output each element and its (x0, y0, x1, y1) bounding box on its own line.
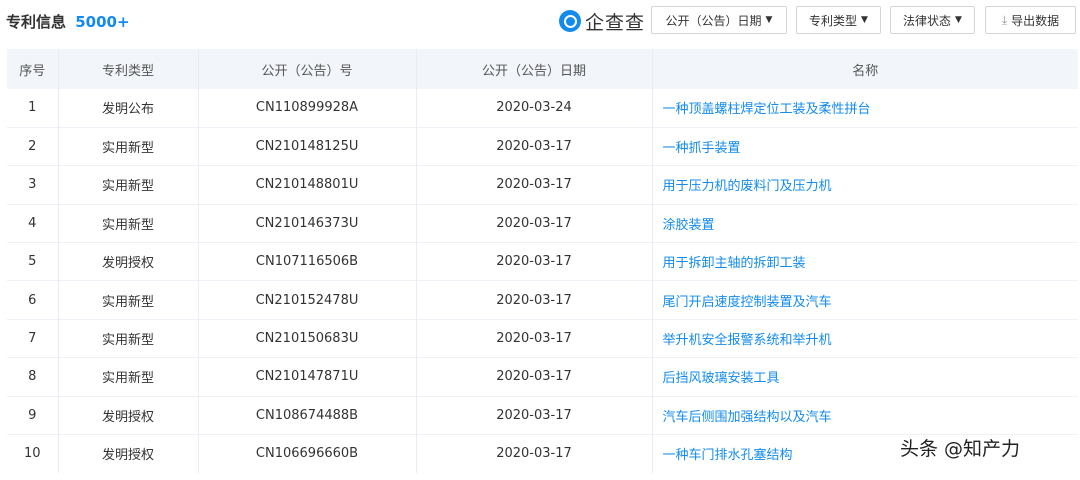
cell-patent-type: 实用新型 (58, 357, 199, 397)
cell-patent-type: 实用新型 (58, 204, 199, 243)
table-row: 8 实用新型 CN210147871U 2020-03-17 后挡风玻璃安装工具 (7, 357, 1078, 397)
table-row: 9 发明授权 CN108674488B 2020-03-17 汽车后侧围加强结构… (7, 396, 1078, 435)
section-title: 专利信息 5000+ (6, 11, 130, 32)
cell-publication-number: CN210148125U (198, 127, 417, 166)
filter-publish-date-label: 公开（公告）日期 (665, 13, 762, 28)
filter-patent-type-button[interactable]: 专利类型 ▼ (796, 6, 881, 34)
export-data-label: 导出数据 (1011, 13, 1060, 28)
cell-patent-type: 实用新型 (58, 319, 199, 358)
patent-name-link[interactable]: 后挡风玻璃安装工具 (652, 358, 1078, 396)
cell-index: 1 (7, 89, 59, 128)
cell-publication-number: CN108674488B (198, 396, 417, 435)
cell-publication-number: CN210152478U (198, 280, 417, 320)
table-row: 1 发明公布 CN110899928A 2020-03-24 一种顶盖螺柱焊定位… (7, 89, 1078, 128)
qichacha-logo: 企查查 (559, 8, 645, 34)
cell-publication-number: CN210146373U (198, 204, 417, 243)
caret-down-icon: ▼ (765, 15, 773, 25)
cell-index: 5 (7, 242, 59, 281)
cell-index: 10 (7, 434, 59, 473)
logo-text: 企查查 (585, 11, 646, 34)
cell-publication-date: 2020-03-17 (416, 242, 653, 281)
table-header-row: 序号 专利类型 公开（公告）号 公开（公告）日期 名称 (7, 49, 1078, 89)
patent-name-link[interactable]: 汽车后侧围加强结构以及汽车 (652, 396, 1078, 434)
cell-index: 9 (7, 396, 59, 435)
patent-table: 序号 专利类型 公开（公告）号 公开（公告）日期 名称 1 发明公布 CN110… (7, 49, 1078, 473)
cell-publication-date: 2020-03-17 (416, 396, 653, 435)
column-header-name[interactable]: 名称 (652, 49, 1078, 89)
column-header-type[interactable]: 专利类型 (58, 49, 199, 89)
patent-name-link[interactable]: 涂胶装置 (652, 204, 1078, 242)
table-row: 3 实用新型 CN210148801U 2020-03-17 用于压力机的废料门… (7, 165, 1078, 205)
cell-index: 4 (7, 204, 59, 243)
cell-publication-number: CN210148801U (198, 165, 417, 205)
patent-name-link[interactable]: 一种顶盖螺柱焊定位工装及柔性拼台 (652, 89, 1078, 127)
cell-patent-type: 发明授权 (58, 242, 199, 281)
patent-name-link[interactable]: 举升机安全报警系统和举升机 (652, 319, 1078, 357)
cell-patent-type: 发明公布 (58, 89, 199, 128)
filter-legal-status-label: 法律状态 (903, 13, 952, 28)
column-header-index[interactable]: 序号 (7, 49, 59, 89)
cell-index: 7 (7, 319, 59, 358)
cell-publication-date: 2020-03-17 (416, 357, 653, 397)
cell-publication-number: CN110899928A (198, 89, 417, 128)
result-count: 5000+ (75, 13, 130, 31)
cell-patent-type: 实用新型 (58, 127, 199, 166)
cell-index: 8 (7, 357, 59, 397)
cell-publication-number: CN106696660B (198, 434, 417, 473)
cell-index: 3 (7, 165, 59, 205)
patent-name-link[interactable]: 一种抓手装置 (652, 127, 1078, 165)
caret-down-icon: ▼ (955, 15, 962, 25)
cell-index: 6 (7, 280, 59, 320)
cell-publication-date: 2020-03-17 (416, 127, 653, 166)
filter-publish-date-button[interactable]: 公开（公告）日期 ▼ (651, 6, 787, 34)
patent-name-link[interactable]: 用于拆卸主轴的拆卸工装 (652, 243, 1078, 281)
cell-publication-number: CN210147871U (198, 357, 417, 397)
cell-patent-type: 实用新型 (58, 280, 199, 320)
patent-name-link[interactable]: 尾门开启速度控制装置及汽车 (652, 281, 1078, 319)
caret-down-icon: ▼ (861, 15, 868, 25)
cell-publication-date: 2020-03-17 (416, 165, 653, 205)
column-header-number[interactable]: 公开（公告）号 (198, 49, 417, 89)
cell-publication-date: 2020-03-17 (416, 280, 653, 320)
cell-patent-type: 发明授权 (58, 396, 199, 435)
cell-publication-date: 2020-03-17 (416, 204, 653, 243)
cell-publication-date: 2020-03-17 (416, 434, 653, 473)
cell-index: 2 (7, 127, 59, 166)
table-row: 7 实用新型 CN210150683U 2020-03-17 举升机安全报警系统… (7, 319, 1078, 358)
qichacha-logo-icon (559, 10, 581, 32)
download-icon: ⤓ (1001, 12, 1008, 27)
filter-legal-status-button[interactable]: 法律状态 ▼ (890, 6, 975, 34)
table-row: 4 实用新型 CN210146373U 2020-03-17 涂胶装置 (7, 204, 1078, 243)
cell-publication-date: 2020-03-17 (416, 319, 653, 358)
watermark-text: 头条 @知产力 (900, 438, 1021, 460)
export-data-button[interactable]: ⤓ 导出数据 (985, 6, 1076, 34)
patent-name-link[interactable]: 用于压力机的废料门及压力机 (652, 166, 1078, 204)
column-header-date[interactable]: 公开（公告）日期 (416, 49, 653, 89)
section-title-text: 专利信息 (6, 13, 67, 31)
cell-publication-number: CN107116506B (198, 242, 417, 281)
cell-publication-number: CN210150683U (198, 319, 417, 358)
cell-publication-date: 2020-03-24 (416, 89, 653, 128)
cell-patent-type: 实用新型 (58, 165, 199, 205)
table-row: 5 发明授权 CN107116506B 2020-03-17 用于拆卸主轴的拆卸… (7, 242, 1078, 281)
filter-patent-type-label: 专利类型 (809, 13, 858, 28)
table-row: 6 实用新型 CN210152478U 2020-03-17 尾门开启速度控制装… (7, 280, 1078, 320)
cell-patent-type: 发明授权 (58, 434, 199, 473)
top-bar: 专利信息 5000+ 企查查 公开（公告）日期 ▼ 专利类型 ▼ 法律状态 ▼ … (0, 0, 1080, 42)
table-row: 2 实用新型 CN210148125U 2020-03-17 一种抓手装置 (7, 127, 1078, 166)
